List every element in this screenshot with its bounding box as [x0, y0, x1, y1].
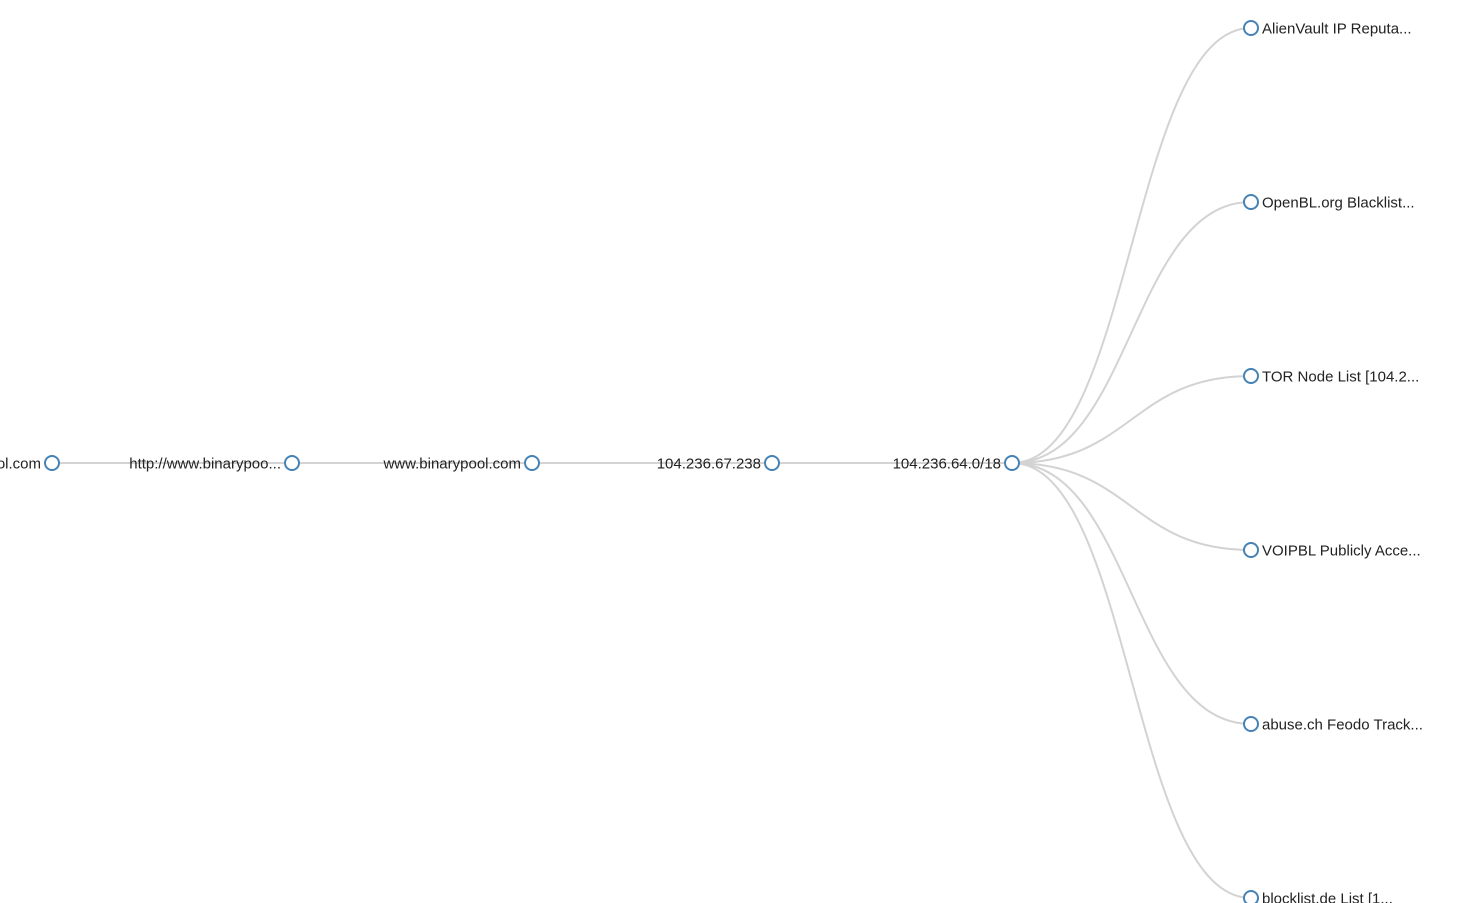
tree-node-feed-alienvault[interactable]: AlienVault IP Reputa... — [1243, 20, 1412, 37]
node-circle-icon[interactable] — [524, 455, 540, 471]
node-label: abuse.ch Feodo Track... — [1262, 716, 1423, 733]
node-circle-icon[interactable] — [1243, 542, 1259, 558]
node-label: OpenBL.org Blacklist... — [1262, 194, 1415, 211]
node-label: www.binarypool.com — [382, 455, 521, 472]
tree-node-subnet[interactable]: 104.236.64.0/18 — [893, 455, 1020, 472]
tree-node-url[interactable]: http://www.binarypoo... — [129, 455, 300, 472]
node-circle-icon[interactable] — [44, 455, 60, 471]
node-circle-icon[interactable] — [1004, 455, 1020, 471]
tree-node-feed-blocklist[interactable]: blocklist.de List [1... — [1243, 890, 1393, 903]
node-label: blocklist.de List [1... — [1262, 890, 1393, 903]
node-circle-icon[interactable] — [1243, 890, 1259, 903]
node-label: 104.236.64.0/18 — [893, 455, 1001, 472]
tree-link-feed-blocklist — [1011, 462, 1252, 899]
tree-link-feed-voipbl — [1011, 462, 1252, 551]
node-label: 104.236.67.238 — [657, 455, 761, 472]
tree-node-feed-feodo[interactable]: abuse.ch Feodo Track... — [1243, 716, 1423, 733]
node-circle-icon[interactable] — [764, 455, 780, 471]
tree-nodes: binarypool.com http://www.binarypoo... www… — [0, 20, 1423, 903]
tree-node-root[interactable]: binarypool.com — [0, 455, 60, 472]
tree-link-feed-openbl — [1011, 201, 1252, 464]
node-circle-icon[interactable] — [1243, 368, 1259, 384]
tree-link-feed-alienvault — [1011, 27, 1252, 464]
node-label: AlienVault IP Reputa... — [1262, 20, 1412, 37]
tree-node-feed-voipbl[interactable]: VOIPBL Publicly Acce... — [1243, 542, 1421, 559]
tree-node-host[interactable]: www.binarypool.com — [382, 455, 540, 472]
tree-node-feed-tor[interactable]: TOR Node List [104.2... — [1243, 368, 1419, 385]
node-label: TOR Node List [104.2... — [1262, 368, 1419, 385]
node-label: binarypool.com — [0, 455, 41, 472]
node-label: VOIPBL Publicly Acce... — [1262, 542, 1421, 559]
tree-node-feed-openbl[interactable]: OpenBL.org Blacklist... — [1243, 194, 1415, 211]
node-circle-icon[interactable] — [1243, 20, 1259, 36]
node-circle-icon[interactable] — [1243, 716, 1259, 732]
node-circle-icon[interactable] — [1243, 194, 1259, 210]
node-label: http://www.binarypoo... — [129, 455, 281, 472]
tree-node-ip[interactable]: 104.236.67.238 — [657, 455, 780, 472]
tree-link-feed-tor — [1011, 375, 1252, 464]
relationship-tree: binarypool.com http://www.binarypoo... www… — [0, 20, 1423, 903]
tree-link-feed-feodo — [1011, 462, 1252, 725]
node-circle-icon[interactable] — [284, 455, 300, 471]
